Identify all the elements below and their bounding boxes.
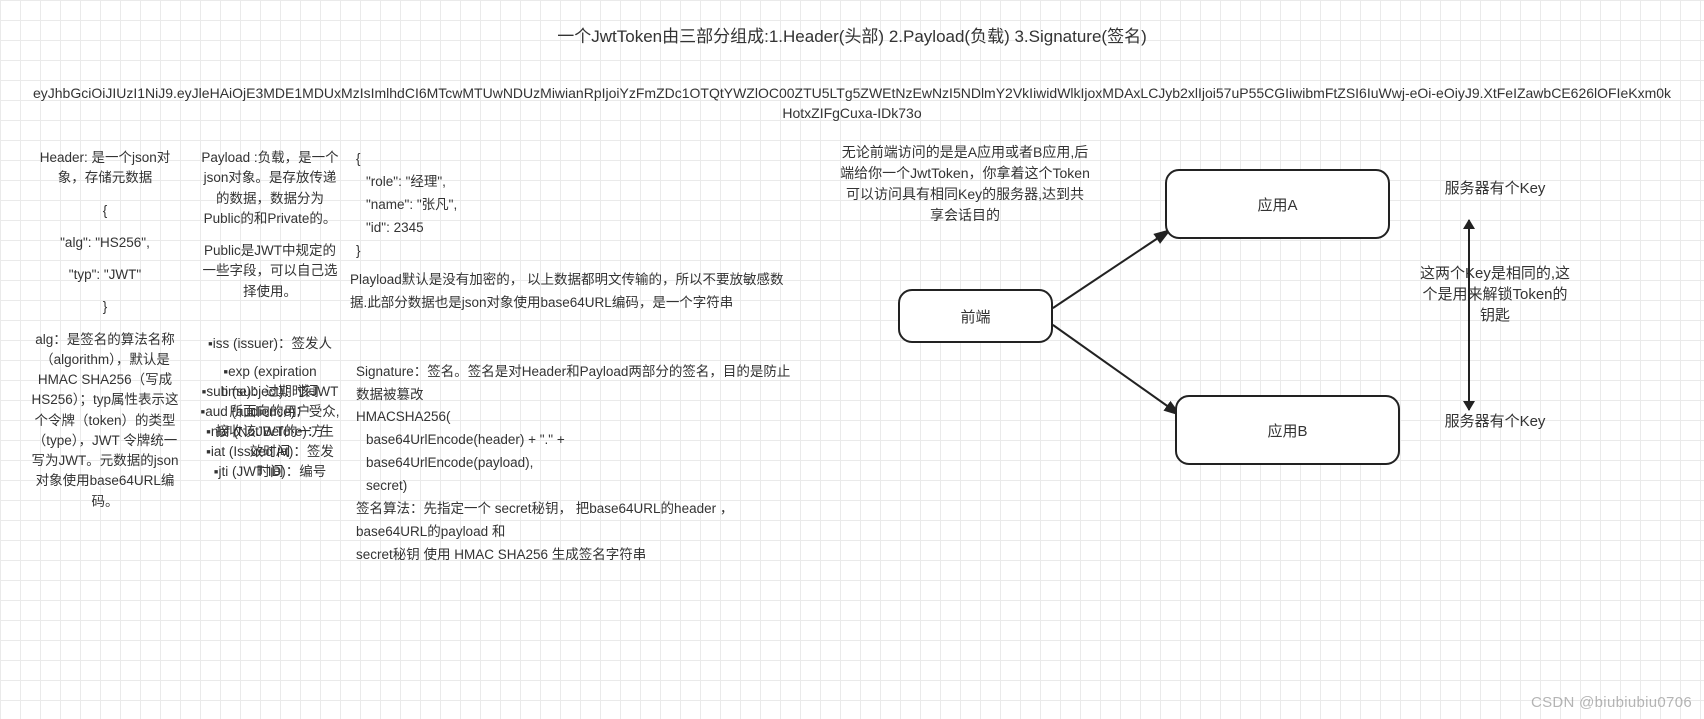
field-exp: ▪exp (expiration time)：过期时间 [200,362,340,374]
field-iss: ▪iss (issuer)：签发人 [200,334,340,354]
signature-formula-header: base64UrlEncode(header) + "." + [366,429,800,452]
header-json-open: { [30,201,180,221]
signature-definition: Signature：签名。签名是对Header和Payload两部分的签名，目的… [356,361,800,407]
payload-json-id: "id": 2345 [366,217,800,240]
payload-note: Playload默认是没有加密的， 以上数据都明文传输的，所以不要放敏感数据.此… [350,269,800,315]
signature-formula-payload: base64UrlEncode(payload), [366,452,800,475]
payload-definition: Payload :负载，是一个json对象。是存放传递的数据，数据分为Publi… [200,148,340,229]
signature-explain2: secret秘钥 使用 HMAC SHA256 生成签名字符串 [356,544,800,567]
header-json-typ: "typ": "JWT" [30,265,180,285]
field-sub: ▪sub (subject)：该JWT所面向的用户 [200,382,340,394]
same-key-note: 这两个Key是相同的,这个是用来解锁Token的钥匙 [1420,263,1570,326]
watermark: CSDN @biubiubiu0706 [1531,694,1692,711]
signature-formula-open: HMACSHA256( [356,406,800,429]
jwt-token-string: eyJhbGciOiJIUzI1NiJ9.eyJleHAiOjE3MDE1MDU… [30,84,1674,123]
header-json-alg: "alg": "HS256", [30,233,180,253]
example-column: { "role": "经理", "name": "张凡", "id": 2345… [350,148,800,567]
field-jti: ▪jti (JWT ID)：编号 [200,462,340,474]
header-column: Header: 是一个json对象，存储元数据 { "alg": "HS256"… [30,148,180,512]
field-nbf: ▪nbf (Not Before)：生效时间 [200,422,340,434]
frontend-box: 前端 [898,289,1053,343]
header-definition: Header: 是一个json对象，存储元数据 [30,148,180,189]
payload-json-role: "role": "经理", [366,171,800,194]
payload-column: Payload :负载，是一个json对象。是存放传递的数据，数据分为Publi… [200,148,340,474]
header-explain: alg：是签名的算法名称（algorithm），默认是 HMAC SHA256（… [30,330,180,512]
payload-json-open: { [356,148,800,171]
server-key-note-b: 服务器有个Key [1420,411,1570,432]
signature-explain1: 签名算法：先指定一个 secret秘钥， 把base64URL的header ，… [356,498,800,544]
field-iat: ▪iat (Issued At)：签发时间 [200,442,340,454]
field-aud: ▪aud (audience)：受众,接收该JWT的一方 [200,402,340,414]
payload-json-close: } [356,240,800,263]
signature-formula-secret: secret) [366,475,800,498]
payload-public-note: Public是JWT中规定的一些字段，可以自己选择使用。 [200,241,340,302]
server-key-note-a: 服务器有个Key [1420,178,1570,199]
page-title: 一个JwtToken由三部分组成:1.Header(头部) 2.Payload(… [0,22,1704,47]
key-link-line [1468,220,1470,410]
app-b-box: 应用B [1175,395,1400,465]
app-a-box: 应用A [1165,169,1390,239]
payload-json-name: "name": "张凡", [366,194,800,217]
header-json-close: } [30,297,180,317]
